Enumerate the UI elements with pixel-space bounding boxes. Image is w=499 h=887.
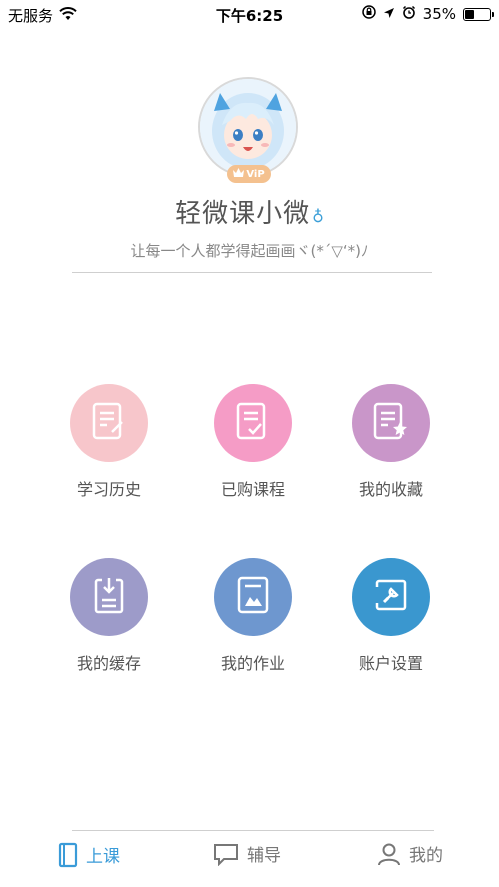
book-icon bbox=[58, 842, 78, 873]
chat-bubble-icon bbox=[213, 842, 239, 871]
purchased-courses-icon bbox=[236, 402, 270, 444]
menu-item-study-history[interactable]: 学习历史 bbox=[39, 384, 179, 500]
tab-tutoring-label: 辅导 bbox=[247, 846, 281, 866]
study-history-label: 学习历史 bbox=[76, 480, 141, 499]
favorites-label: 我的收藏 bbox=[358, 480, 423, 499]
rotation-lock-icon bbox=[361, 5, 376, 23]
tab-class-label: 上课 bbox=[86, 847, 120, 867]
menu-item-homework[interactable]: 我的作业 bbox=[183, 558, 323, 674]
battery-percent: 35% bbox=[422, 5, 456, 23]
account-settings-icon bbox=[373, 577, 409, 617]
favorites-icon bbox=[373, 402, 409, 444]
cache-circle[interactable] bbox=[70, 558, 148, 636]
favorites-circle[interactable] bbox=[352, 384, 430, 462]
tab-tutoring[interactable]: 辅导 bbox=[213, 842, 281, 871]
location-icon bbox=[383, 5, 395, 23]
account-settings-circle[interactable] bbox=[352, 558, 430, 636]
tab-mine[interactable]: 我的 bbox=[377, 842, 443, 871]
tab-class[interactable]: 上课 bbox=[58, 842, 120, 873]
menu-item-account-settings[interactable]: 账户设置 bbox=[321, 558, 461, 674]
vip-label: ViP bbox=[246, 168, 265, 180]
tab-mine-label: 我的 bbox=[409, 846, 443, 866]
menu-item-favorites[interactable]: 我的收藏 bbox=[321, 384, 461, 500]
homework-icon bbox=[237, 576, 269, 618]
menu-item-cache[interactable]: 我的缓存 bbox=[39, 558, 179, 674]
crown-icon bbox=[233, 168, 245, 180]
signature: 让每一个人都学得起画画ヾ(*´▽‘*)ﾉ bbox=[130, 242, 369, 260]
user-icon bbox=[377, 842, 401, 871]
account-settings-label: 账户设置 bbox=[358, 654, 423, 673]
study-history-circle[interactable] bbox=[70, 384, 148, 462]
menu-item-purchased-courses[interactable]: 已购课程 bbox=[183, 384, 323, 500]
purchased-courses-circle[interactable] bbox=[214, 384, 292, 462]
alarm-icon bbox=[402, 5, 416, 23]
homework-label: 我的作业 bbox=[220, 654, 285, 673]
cache-icon bbox=[94, 576, 124, 618]
username: 轻微课小微 bbox=[175, 199, 311, 229]
battery-fill bbox=[465, 9, 475, 19]
status-bar: 无服务 下午6:25 35% bbox=[0, 0, 499, 28]
study-history-icon bbox=[92, 402, 126, 444]
profile-avatar-container[interactable]: ViP bbox=[198, 77, 298, 183]
tabbar-divider bbox=[72, 830, 434, 831]
status-right: 35% bbox=[361, 5, 494, 23]
profile-divider bbox=[72, 272, 432, 273]
avatar[interactable] bbox=[198, 77, 298, 177]
homework-circle[interactable] bbox=[214, 558, 292, 636]
vip-badge: ViP bbox=[227, 165, 271, 183]
cache-label: 我的缓存 bbox=[76, 654, 141, 673]
purchased-courses-label: 已购课程 bbox=[220, 480, 285, 499]
username-row: 轻微课小微 ♁ bbox=[0, 193, 499, 230]
gender-icon: ♁ bbox=[312, 207, 324, 226]
battery-icon bbox=[463, 7, 494, 21]
